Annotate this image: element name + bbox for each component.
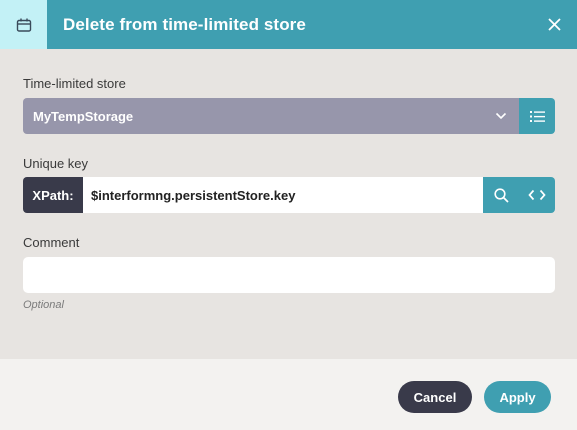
dialog-titlebar: Delete from time-limited store xyxy=(0,0,577,49)
store-label: Time-limited store xyxy=(23,76,126,91)
dialog-title: Delete from time-limited store xyxy=(63,14,306,34)
comment-label: Comment xyxy=(23,235,80,250)
xpath-prefix: XPath: xyxy=(23,177,83,213)
search-icon xyxy=(493,187,509,203)
apply-button[interactable]: Apply xyxy=(484,381,551,413)
key-label: Unique key xyxy=(23,156,89,171)
store-selected-value: MyTempStorage xyxy=(33,108,134,124)
calendar-icon xyxy=(16,18,31,32)
key-search-button[interactable] xyxy=(483,177,519,213)
comment-hint: Optional xyxy=(23,299,64,311)
close-button[interactable] xyxy=(544,14,564,34)
store-select[interactable]: MyTempStorage xyxy=(23,98,519,134)
comment-field[interactable] xyxy=(23,257,555,293)
cancel-button[interactable]: Cancel xyxy=(398,381,472,413)
chevron-down-icon xyxy=(483,98,519,134)
key-xpath-input[interactable] xyxy=(83,177,483,213)
dialog-icon-box xyxy=(0,0,47,49)
code-icon xyxy=(528,189,546,201)
list-icon xyxy=(529,110,545,122)
close-icon xyxy=(547,17,561,31)
key-code-button[interactable] xyxy=(519,177,555,213)
store-list-button[interactable] xyxy=(519,98,555,134)
